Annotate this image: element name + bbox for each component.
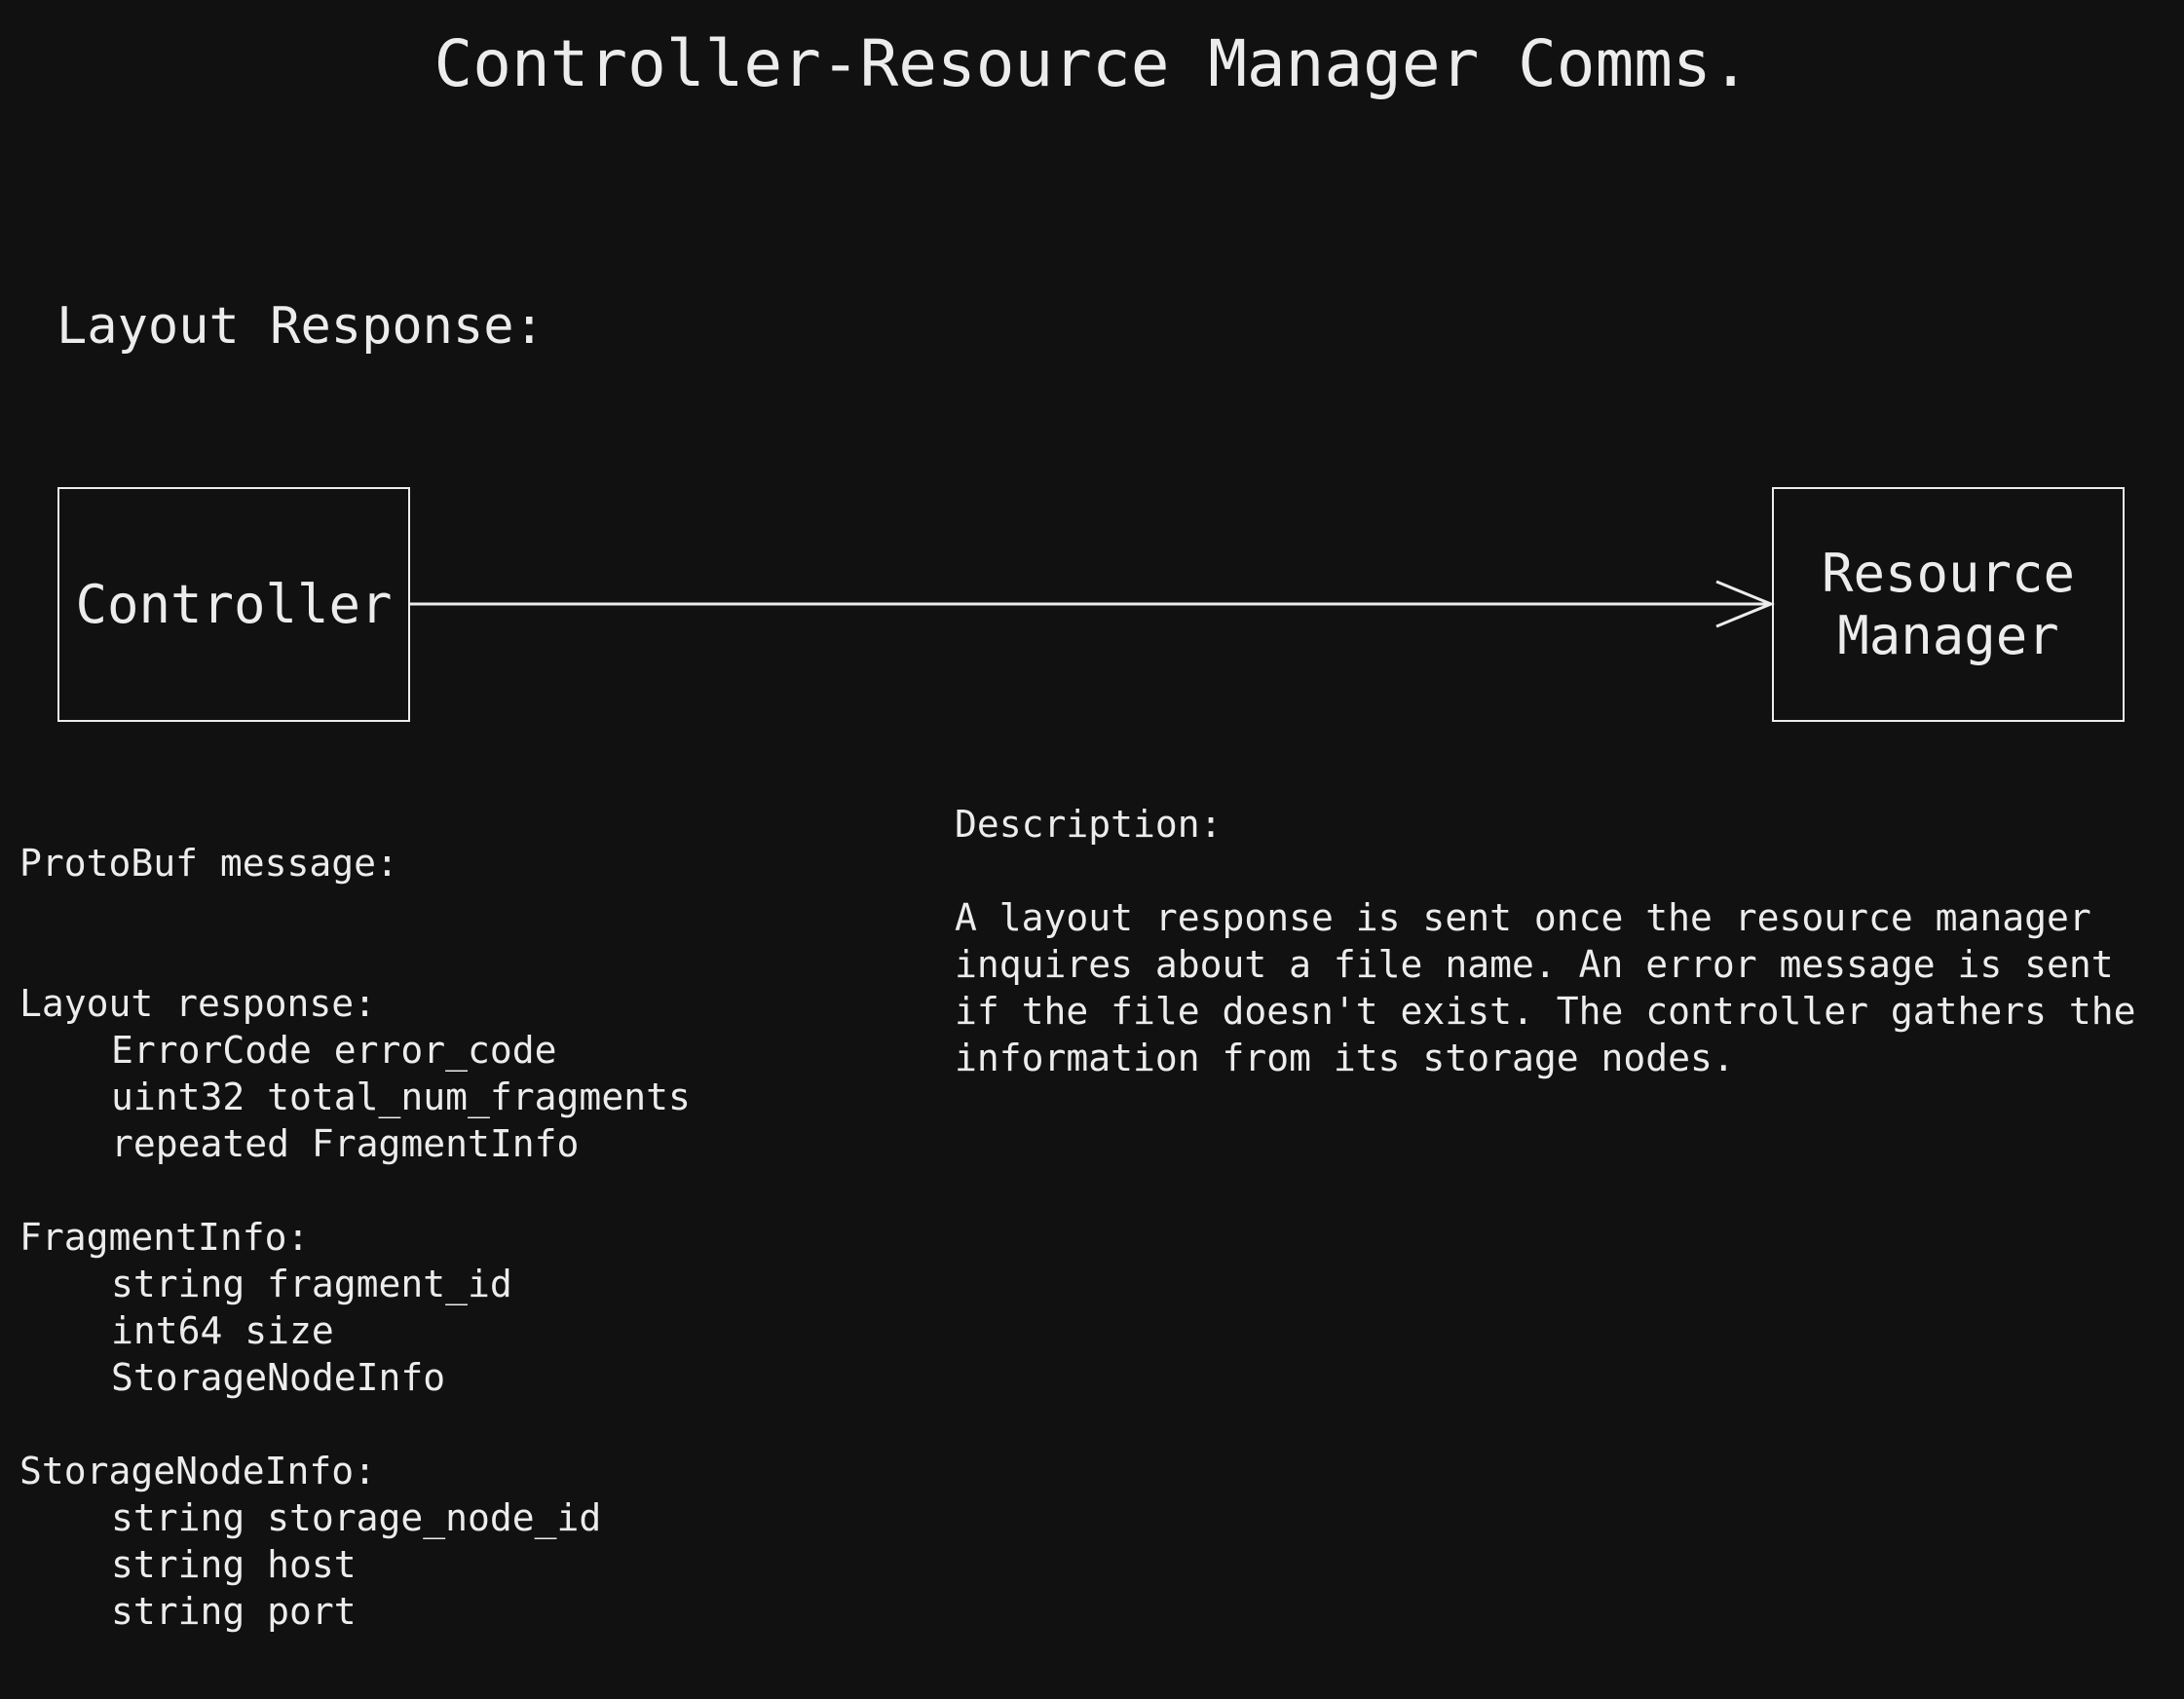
layout-response-name: Layout response: bbox=[19, 982, 377, 1025]
description-header: Description: bbox=[955, 803, 1223, 846]
section-heading: Layout Response: bbox=[56, 297, 545, 356]
description-line: A layout response is sent once the resou… bbox=[955, 896, 2091, 939]
layout-response-field: uint32 total_num_fragments bbox=[111, 1076, 691, 1118]
fragment-info-name: FragmentInfo: bbox=[19, 1216, 310, 1259]
protobuf-header: ProtoBuf message: bbox=[19, 842, 398, 885]
page-title: Controller-Resource Manager Comms. bbox=[433, 26, 1751, 101]
arrow-head bbox=[1715, 580, 1775, 628]
layout-response-field: repeated FragmentInfo bbox=[111, 1122, 580, 1165]
controller-label: Controller bbox=[75, 573, 393, 635]
storage-node-info-field: string host bbox=[111, 1543, 357, 1586]
resource-manager-label: Resource Manager bbox=[1821, 542, 2076, 666]
storage-node-info-field: string port bbox=[111, 1590, 357, 1633]
description-line: if the file doesn't exist. The controlle… bbox=[955, 990, 2136, 1033]
fragment-info-field: int64 size bbox=[111, 1309, 334, 1352]
storage-node-info-name: StorageNodeInfo: bbox=[19, 1450, 377, 1492]
fragment-info-field: StorageNodeInfo bbox=[111, 1356, 446, 1399]
layout-response-field: ErrorCode error_code bbox=[111, 1029, 557, 1072]
description-line: information from its storage nodes. bbox=[955, 1037, 1735, 1079]
description-line: inquires about a file name. An error mes… bbox=[955, 943, 2114, 986]
storage-node-info-field: string storage_node_id bbox=[111, 1496, 602, 1539]
fragment-info-field: string fragment_id bbox=[111, 1263, 512, 1305]
